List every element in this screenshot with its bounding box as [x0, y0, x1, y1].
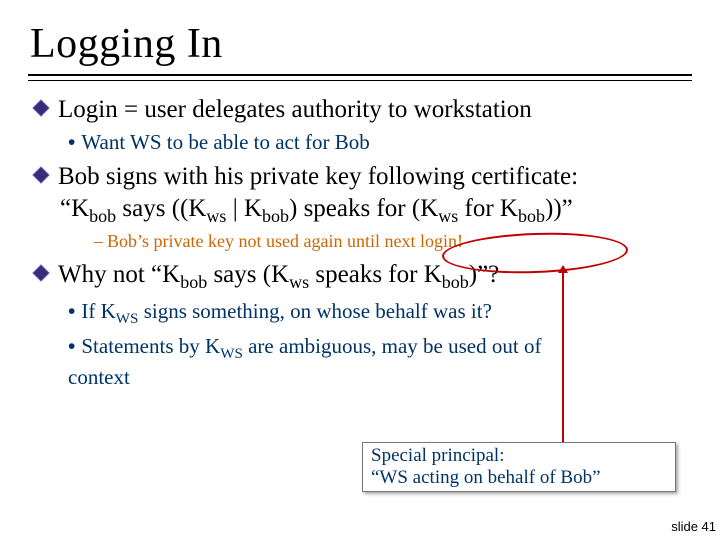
- text-fragment: speaks for K: [309, 261, 442, 288]
- text-fragment: )”?: [469, 261, 500, 288]
- bullet-level1: Bob signs with his private key following…: [32, 162, 692, 192]
- text-fragment: “K: [60, 195, 89, 222]
- bullet-level2: •Statements by KWS are ambiguous, may be…: [68, 333, 588, 390]
- bullet-level3: –Bob’s private key not used again until …: [94, 230, 692, 253]
- subscript: ws: [438, 206, 458, 226]
- text-fragment: signs something, on whose behalf was it?: [138, 299, 491, 323]
- text-fragment: ) speaks for (K: [289, 195, 438, 222]
- subscript: ws: [289, 272, 309, 292]
- subscript: bob: [442, 272, 469, 292]
- slide: Logging In Login = user delegates author…: [0, 0, 720, 540]
- diamond-icon: [32, 264, 50, 282]
- callout-line: Special principal:: [371, 445, 667, 467]
- diamond-icon: [32, 166, 50, 184]
- bullet-text: Login = user delegates authority to work…: [58, 95, 692, 125]
- subscript: WS: [116, 311, 139, 327]
- title-rule: [28, 74, 692, 81]
- subscript: bob: [180, 272, 207, 292]
- diamond-icon: [32, 99, 50, 117]
- dot-icon: •: [68, 335, 75, 358]
- subscript: bob: [262, 206, 289, 226]
- content-area: Login = user delegates authority to work…: [28, 95, 692, 390]
- bullet-text: Want WS to be able to act for Bob: [81, 130, 369, 154]
- bullet-level1: Why not “Kbob says (Kws speaks for Kbob)…: [32, 260, 692, 294]
- slide-number: slide 41: [671, 519, 716, 534]
- bullet-level1: Login = user delegates authority to work…: [32, 95, 692, 125]
- text-fragment: If K: [81, 299, 115, 323]
- text-fragment: says ((K: [116, 195, 206, 222]
- dot-icon: •: [68, 300, 75, 323]
- subscript: bob: [89, 206, 116, 226]
- bullet-level2: • If KWS signs something, on whose behalf…: [68, 298, 692, 329]
- bullet-level2: • Want WS to be able to act for Bob: [68, 129, 692, 156]
- text-fragment: says (K: [207, 261, 289, 288]
- bullet-text: Bob signs with his private key following…: [58, 162, 692, 192]
- dot-icon: •: [68, 131, 75, 154]
- slide-title: Logging In: [30, 20, 692, 68]
- text-fragment: Statements by K: [81, 334, 220, 358]
- certificate-statement: “Kbob says ((Kws | Kbob) speaks for (Kws…: [60, 194, 692, 228]
- subscript: bob: [518, 206, 545, 226]
- text-fragment: for K: [458, 195, 518, 222]
- bullet-text: Why not “Kbob says (Kws speaks for Kbob)…: [58, 260, 692, 294]
- subscript: WS: [220, 346, 243, 362]
- callout-box: Special principal: “WS acting on behalf …: [362, 442, 676, 492]
- dash-icon: –: [94, 231, 103, 251]
- bullet-text: Bob’s private key not used again until n…: [107, 231, 463, 251]
- text-fragment: Why not “K: [58, 261, 180, 288]
- callout-line: “WS acting on behalf of Bob”: [371, 467, 667, 489]
- text-fragment: | K: [226, 195, 262, 222]
- text-fragment: ))”: [545, 195, 573, 222]
- subscript: ws: [206, 206, 226, 226]
